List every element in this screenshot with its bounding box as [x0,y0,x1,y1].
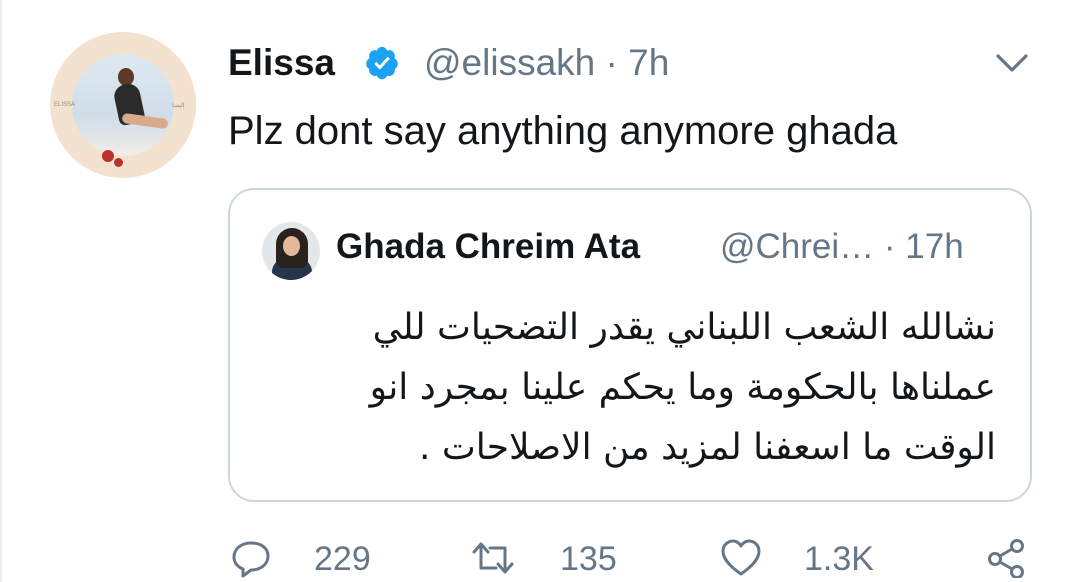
chevron-down-icon[interactable] [994,50,1030,78]
quoted-text-line: عملناها بالحكومة وما يحكم علينا بمجرد ان… [369,367,996,408]
verified-badge-icon [366,46,398,80]
quoted-tweet-card[interactable]: Ghada Chreim Ata @Chrei… · 17h نشالله ال… [228,188,1032,502]
avatar-photo [72,54,174,156]
quoted-text-line: نشالله الشعب اللبناني يقدر التضحيات للي [372,307,996,348]
retweet-count: 135 [560,540,617,578]
share-icon[interactable] [986,538,1028,578]
retweet-icon[interactable] [470,538,516,578]
avatar-fruit-decoration [114,158,123,167]
reply-icon[interactable] [230,538,272,578]
left-divider [0,0,2,582]
author-handle-time[interactable]: @elissakh · 7h [424,38,669,88]
avatar-fruit-decoration [102,150,114,162]
q-avatar-face [283,236,300,256]
quoted-author-avatar[interactable] [262,222,320,280]
reply-count: 229 [314,540,371,578]
like-count: 1.3K [804,540,874,578]
quoted-tweet-text: نشالله الشعب اللبناني يقدر التضحيات للي … [276,298,996,478]
avatar-figure-legs [121,112,169,130]
quoted-author-handle-time: @Chrei… · 17h [720,227,964,266]
avatar-tag-left: ELISSA [54,102,76,108]
tweet-action-bar: 229 135 1.3K [0,534,1080,582]
quoted-text-line: الوقت ما اسعفنا لمزيد من الاصلاحات . [418,427,996,468]
author-name[interactable]: Elissa [228,38,335,88]
like-icon[interactable] [720,538,762,578]
avatar-tag-right: إليسا [172,103,185,109]
quoted-author-name: Ghada Chreim Ata [336,227,641,266]
tweet-text: Plz dont say anything anymore ghada [228,109,898,153]
author-avatar[interactable]: ELISSA إليسا [50,32,196,178]
